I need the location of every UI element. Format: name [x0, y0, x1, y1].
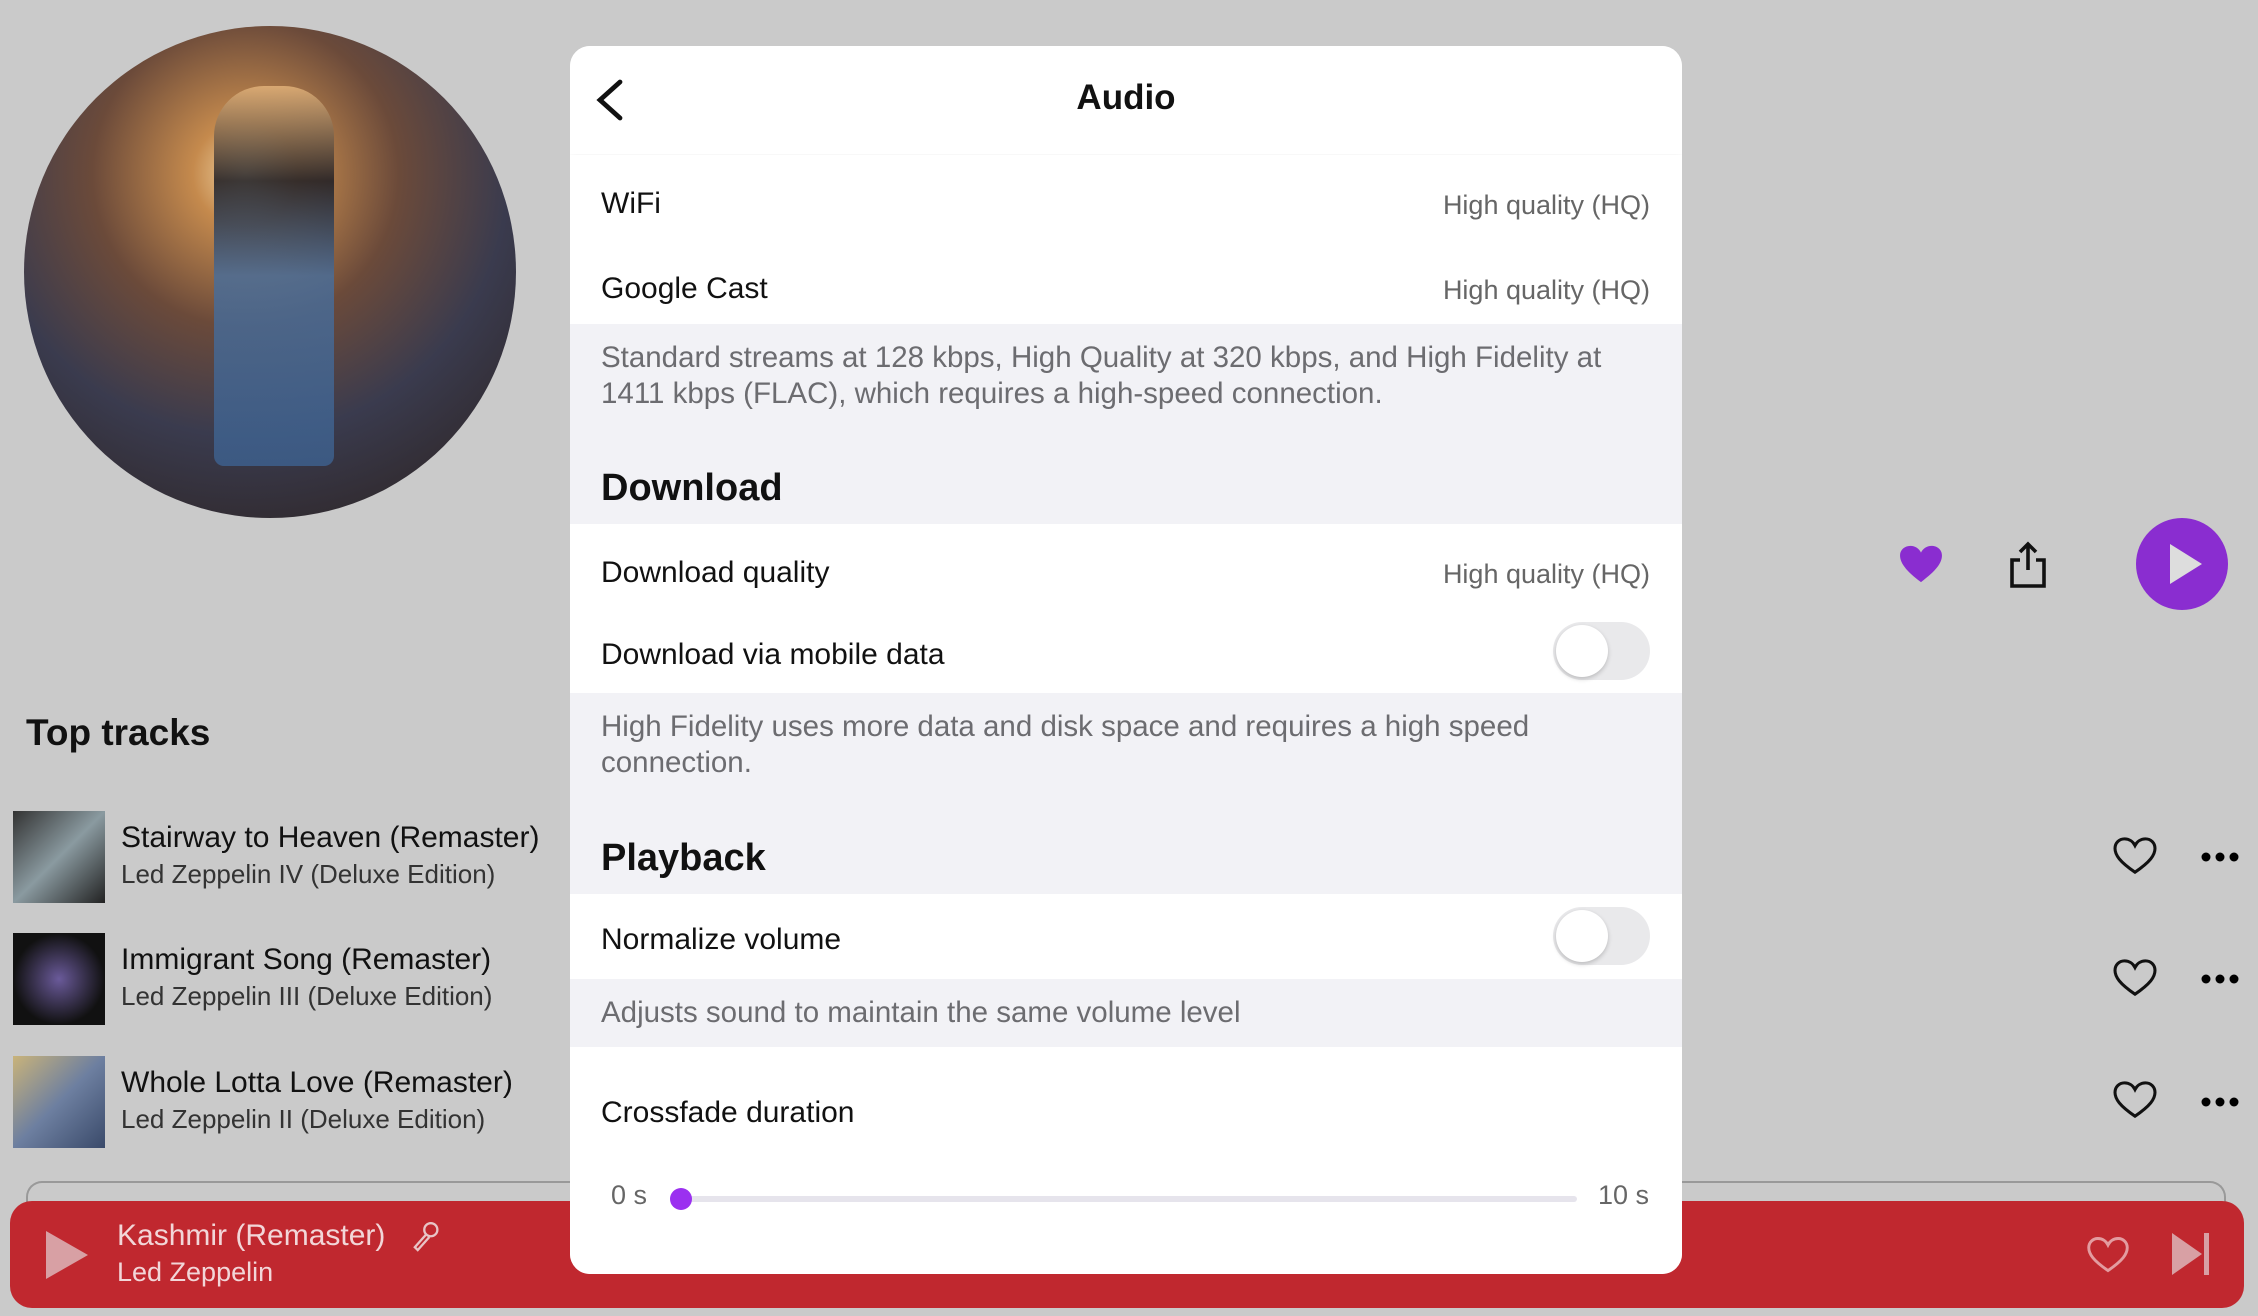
download-section-header: Download — [570, 446, 1682, 524]
normalize-volume-toggle[interactable] — [1553, 907, 1650, 965]
track-row[interactable]: Immigrant Song (Remaster) Led Zeppelin I… — [13, 933, 573, 1025]
slider-max-label: 10 s — [1598, 1180, 1650, 1210]
track-title: Whole Lotta Love (Remaster) — [121, 1066, 513, 1099]
more-options-icon[interactable] — [2200, 851, 2240, 863]
track-title: Immigrant Song (Remaster) — [121, 943, 492, 976]
playback-section-header: Playback — [570, 816, 1682, 894]
skip-next-icon[interactable] — [2170, 1231, 2212, 1277]
setting-value: High quality (HQ) — [1442, 275, 1650, 305]
setting-label: Google Cast — [601, 272, 768, 305]
album-art — [13, 1056, 105, 1148]
share-icon[interactable] — [2008, 540, 2048, 588]
heart-icon[interactable] — [2086, 1235, 2130, 1275]
google-cast-quality-row[interactable]: Google Cast High quality (HQ) — [570, 240, 1682, 324]
heart-icon[interactable] — [2112, 836, 2158, 876]
setting-label: WiFi — [601, 187, 661, 220]
crossfade-slider-thumb[interactable] — [670, 1188, 692, 1210]
play-artist-button[interactable] — [2136, 518, 2228, 610]
modal-header: Audio — [570, 46, 1682, 154]
track-row[interactable]: Whole Lotta Love (Remaster) Led Zeppelin… — [13, 1056, 573, 1148]
album-art — [13, 811, 105, 903]
normalize-description: Adjusts sound to maintain the same volum… — [570, 979, 1682, 1047]
now-playing-title: Kashmir (Remaster) — [117, 1219, 386, 1252]
normalize-volume-row: Normalize volume — [570, 894, 1682, 979]
setting-value: High quality (HQ) — [1442, 190, 1650, 220]
play-icon[interactable] — [44, 1229, 90, 1281]
audio-settings-modal: Audio WiFi High quality (HQ) Google Cast… — [570, 46, 1682, 1274]
download-quality-row[interactable]: Download quality High quality (HQ) — [570, 524, 1682, 609]
track-album: Led Zeppelin IV (Deluxe Edition) — [121, 859, 496, 889]
track-album: Led Zeppelin II (Deluxe Edition) — [121, 1104, 486, 1134]
setting-value: High quality (HQ) — [1442, 559, 1650, 589]
download-mobile-data-row: Download via mobile data — [570, 609, 1682, 693]
streaming-description: Standard streams at 128 kbps, High Quali… — [570, 324, 1682, 446]
wifi-quality-row[interactable]: WiFi High quality (HQ) — [570, 155, 1682, 240]
now-playing-artist: Led Zeppelin — [117, 1257, 274, 1287]
heart-icon[interactable] — [2112, 1080, 2158, 1120]
track-title: Stairway to Heaven (Remaster) — [121, 821, 540, 854]
setting-label: Download quality — [601, 556, 830, 589]
track-album: Led Zeppelin III (Deluxe Edition) — [121, 981, 493, 1011]
track-row[interactable]: Stairway to Heaven (Remaster) Led Zeppel… — [13, 811, 573, 903]
crossfade-row: Crossfade duration — [570, 1047, 1682, 1274]
section-title: Download — [601, 467, 783, 509]
lyrics-microphone-icon[interactable] — [410, 1221, 440, 1253]
artist-photo — [24, 26, 516, 518]
setting-label: Normalize volume — [601, 923, 842, 956]
download-description: High Fidelity uses more data and disk sp… — [570, 693, 1682, 816]
modal-title: Audio — [1076, 78, 1176, 117]
slider-min-label: 0 s — [611, 1180, 648, 1210]
crossfade-slider-track[interactable] — [681, 1196, 1577, 1202]
more-options-icon[interactable] — [2200, 973, 2240, 985]
setting-label: Download via mobile data — [601, 638, 945, 671]
setting-label: Crossfade duration — [601, 1096, 855, 1129]
top-tracks-heading: Top tracks — [26, 712, 211, 753]
play-icon — [2170, 544, 2202, 584]
favorite-filled-heart-icon[interactable] — [1898, 544, 1944, 584]
more-options-icon[interactable] — [2200, 1096, 2240, 1108]
heart-icon[interactable] — [2112, 958, 2158, 998]
section-title: Playback — [601, 837, 766, 879]
download-mobile-data-toggle[interactable] — [1553, 622, 1650, 680]
album-art — [13, 933, 105, 1025]
